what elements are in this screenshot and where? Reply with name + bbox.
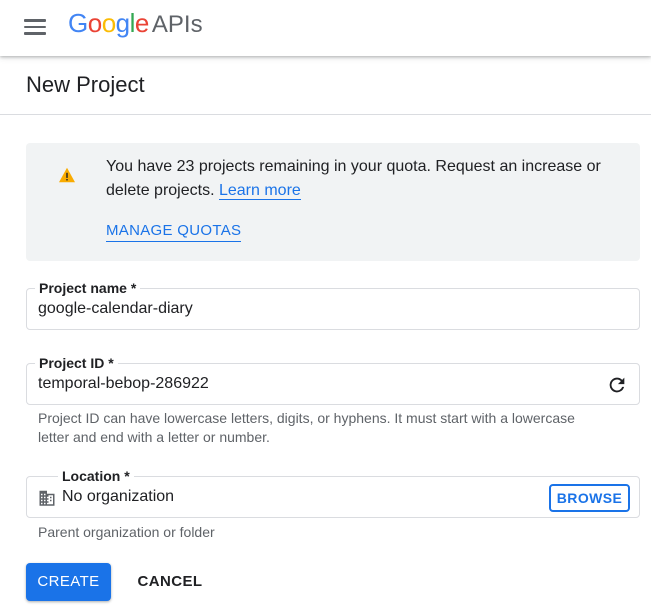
divider bbox=[0, 114, 651, 115]
project-id-field[interactable]: Project ID * temporal-bebop-286922 bbox=[26, 354, 640, 405]
warning-icon bbox=[59, 167, 75, 183]
project-id-input[interactable]: temporal-bebop-286922 bbox=[38, 374, 209, 394]
google-apis-logo[interactable]: Google APIs bbox=[68, 8, 203, 44]
project-name-label: Project name * bbox=[35, 279, 141, 297]
browse-button[interactable]: BROWSE bbox=[549, 484, 630, 512]
location-field: Location * No organization BROWSE bbox=[26, 467, 640, 518]
project-name-field[interactable]: Project name * google-calendar-diary bbox=[26, 279, 640, 330]
brand-product: APIs bbox=[151, 11, 203, 38]
create-button[interactable]: CREATE bbox=[26, 563, 111, 601]
location-value: No organization bbox=[62, 488, 175, 505]
location-helper: Parent organization or folder bbox=[38, 524, 215, 540]
page-title: New Project bbox=[26, 72, 145, 97]
manage-quotas-link[interactable]: MANAGE QUOTAS bbox=[106, 221, 242, 242]
project-id-helper: Project ID can have lowercase letters, d… bbox=[38, 410, 575, 445]
brand-google: Google bbox=[68, 8, 149, 38]
quota-banner: You have 23 projects remaining in your q… bbox=[26, 143, 640, 261]
learn-more-link[interactable]: Learn more bbox=[218, 182, 301, 200]
building-icon bbox=[39, 490, 55, 506]
location-label: Location * bbox=[58, 467, 134, 485]
project-name-input[interactable]: google-calendar-diary bbox=[38, 299, 193, 319]
top-app-bar: Google APIs bbox=[0, 0, 651, 56]
project-id-label: Project ID * bbox=[35, 354, 118, 372]
quota-message: You have 23 projects remaining in your q… bbox=[106, 158, 601, 199]
cancel-button[interactable]: CANCEL bbox=[128, 563, 212, 601]
menu-icon[interactable] bbox=[22, 15, 48, 39]
quota-message-block: You have 23 projects remaining in your q… bbox=[106, 155, 606, 203]
refresh-icon[interactable] bbox=[606, 374, 628, 396]
